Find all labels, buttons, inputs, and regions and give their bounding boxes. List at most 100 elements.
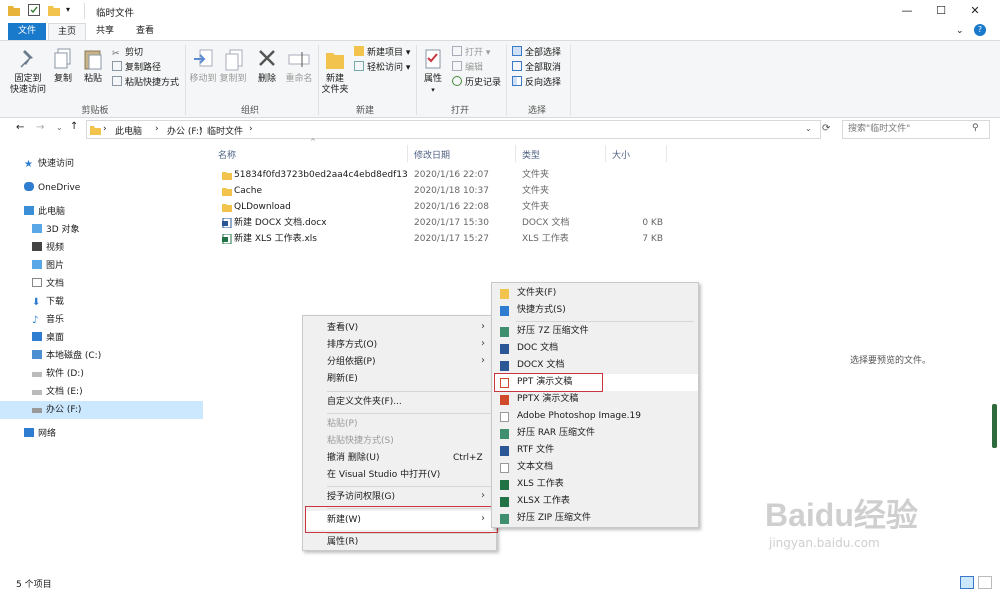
menu-item-view[interactable]: 查看(V) <box>327 320 358 337</box>
nav-item-network[interactable]: 网络 <box>24 425 56 443</box>
pin-quick-access-button[interactable]: 固定到 快速访问 <box>8 47 48 96</box>
file-row[interactable]: 新建 DOCX 文档.docx 2020/1/17 15:30 DOCX 文档 … <box>218 215 668 231</box>
nav-item-3d-objects[interactable]: 3D 对象 <box>32 221 80 239</box>
nav-item-drive-f[interactable]: 办公 (F:) <box>32 401 81 419</box>
paste-shortcut-button[interactable]: 粘贴快捷方式 <box>112 76 179 90</box>
refresh-icon[interactable]: ⟳ <box>822 123 830 134</box>
breadcrumb-drive-f[interactable]: 办公 (F:) <box>167 124 202 137</box>
select-none-button[interactable]: 全部取消 <box>512 61 561 75</box>
close-button[interactable]: ✕ <box>952 0 998 23</box>
cut-button[interactable]: ✂ 剪切 <box>112 46 143 60</box>
menu-item-group[interactable]: 分组依据(P) <box>327 354 375 371</box>
history-button[interactable]: 历史记录 <box>452 76 501 90</box>
expand-ribbon-icon[interactable]: ⌄ <box>956 26 964 36</box>
submenu-item-psd[interactable]: Adobe Photoshop Image.19 <box>492 408 698 425</box>
properties-quick-icon[interactable] <box>28 4 40 16</box>
menu-item-give-access[interactable]: 授予访问权限(G) <box>327 489 395 506</box>
new-item-button[interactable]: 新建项目 ▾ <box>354 46 410 60</box>
nav-item-this-pc[interactable]: 此电脑 <box>24 203 65 221</box>
large-icons-view-icon[interactable] <box>978 576 992 589</box>
column-header-type[interactable]: 类型 <box>522 148 540 161</box>
breadcrumb-separator[interactable]: › <box>155 124 159 134</box>
menu-item-paste-shortcut[interactable]: 粘贴快捷方式(S) <box>327 433 394 450</box>
menu-item-sort[interactable]: 排序方式(O) <box>327 337 377 354</box>
easy-access-button[interactable]: 轻松访问 ▾ <box>354 61 410 75</box>
scrollbar-thumb[interactable] <box>992 404 997 448</box>
address-history-dropdown-icon[interactable]: ⌄ <box>805 124 812 133</box>
copy-button[interactable]: 复制 <box>50 47 76 85</box>
menu-item-paste[interactable]: 粘贴(P) <box>327 416 357 433</box>
submenu-item-folder[interactable]: 文件夹(F) <box>492 285 698 302</box>
menu-item-refresh[interactable]: 刷新(E) <box>327 371 358 388</box>
open-button[interactable]: 打开 ▾ <box>452 46 490 60</box>
column-divider[interactable] <box>605 145 606 162</box>
file-row[interactable]: 51834f0fd3723b0ed2aa4c4ebd8edf13 2020/1/… <box>218 167 668 183</box>
tab-home[interactable]: 主页 <box>48 23 86 40</box>
submenu-item-7z[interactable]: 好压 7Z 压缩文件 <box>492 323 698 340</box>
help-icon[interactable]: ? <box>974 24 986 36</box>
invert-selection-button[interactable]: 反向选择 <box>512 76 561 90</box>
column-divider[interactable] <box>407 145 408 162</box>
tab-share[interactable]: 共享 <box>88 23 122 40</box>
breadcrumb-this-pc[interactable]: 此电脑 <box>115 124 142 137</box>
submenu-item-doc[interactable]: DOC 文档 <box>492 340 698 357</box>
new-folder-button[interactable]: 新建 文件夹 <box>320 47 350 96</box>
nav-item-music[interactable]: ♪ 音乐 <box>32 311 64 329</box>
breadcrumb-separator[interactable]: › <box>199 124 203 134</box>
search-input[interactable]: 搜索"临时文件" <box>842 120 990 139</box>
breadcrumb-temp-folder[interactable]: 临时文件 <box>207 124 243 137</box>
nav-item-pictures[interactable]: 图片 <box>32 257 64 275</box>
column-header-name[interactable]: 名称 <box>218 148 236 161</box>
select-all-button[interactable]: 全部选择 <box>512 46 561 60</box>
nav-item-quick-access[interactable]: ★ 快速访问 <box>24 155 74 173</box>
submenu-item-pptx[interactable]: PPTX 演示文稿 <box>492 391 698 408</box>
address-bar[interactable]: › 此电脑 › 办公 (F:) › 临时文件 › ⌄ <box>86 120 821 139</box>
paste-button[interactable]: 粘贴 <box>80 47 106 85</box>
submenu-item-txt[interactable]: 文本文档 <box>492 459 698 476</box>
nav-item-videos[interactable]: 视频 <box>32 239 64 257</box>
nav-item-drive-e[interactable]: 文档 (E:) <box>32 383 83 401</box>
submenu-item-docx[interactable]: DOCX 文档 <box>492 357 698 374</box>
menu-item-customize-folder[interactable]: 自定义文件夹(F)... <box>327 394 402 411</box>
forward-arrow-icon[interactable]: → <box>36 122 44 133</box>
move-to-button[interactable]: 移动到 <box>188 47 218 85</box>
nav-item-drive-d[interactable]: 软件 (D:) <box>32 365 84 383</box>
nav-item-drive-c[interactable]: 本地磁盘 (C:) <box>32 347 101 365</box>
menu-item-properties[interactable]: 属性(R) <box>327 534 358 551</box>
column-header-size[interactable]: 大小 <box>612 148 630 161</box>
nav-item-documents[interactable]: 文档 <box>32 275 64 293</box>
properties-dropdown-icon[interactable]: ▾ <box>420 85 446 96</box>
nav-item-onedrive[interactable]: OneDrive <box>24 179 80 197</box>
submenu-item-shortcut[interactable]: 快捷方式(S) <box>492 302 698 319</box>
submenu-item-rtf[interactable]: RTF 文件 <box>492 442 698 459</box>
submenu-item-xls[interactable]: XLS 工作表 <box>492 476 698 493</box>
file-row[interactable]: Cache 2020/1/18 10:37 文件夹 <box>218 183 668 199</box>
submenu-item-zip[interactable]: 好压 ZIP 压缩文件 <box>492 510 698 527</box>
file-row[interactable]: QLDownload 2020/1/16 22:08 文件夹 <box>218 199 668 215</box>
copy-to-button[interactable]: 复制到 <box>218 47 248 85</box>
breadcrumb-separator[interactable]: › <box>103 124 107 134</box>
rename-button[interactable]: 重命名 <box>282 47 316 85</box>
menu-item-undo-delete[interactable]: 撤消 删除(U) <box>327 450 379 467</box>
back-arrow-icon[interactable]: ← <box>16 122 24 133</box>
column-divider[interactable] <box>515 145 516 162</box>
file-row[interactable]: 新建 XLS 工作表.xls 2020/1/17 15:27 XLS 工作表 7… <box>218 231 668 247</box>
tab-file[interactable]: 文件 <box>8 23 46 40</box>
up-arrow-icon[interactable]: ↑ <box>70 121 78 132</box>
details-view-icon[interactable] <box>960 576 974 589</box>
tab-view[interactable]: 查看 <box>126 23 164 40</box>
submenu-item-rar[interactable]: 好压 RAR 压缩文件 <box>492 425 698 442</box>
menu-item-open-visual-studio[interactable]: 在 Visual Studio 中打开(V) <box>327 467 440 484</box>
submenu-item-xlsx[interactable]: XLSX 工作表 <box>492 493 698 510</box>
copy-path-button[interactable]: 复制路径 <box>112 61 161 75</box>
nav-item-downloads[interactable]: ⬇ 下载 <box>32 293 64 311</box>
column-header-modified[interactable]: 修改日期 <box>414 148 450 161</box>
new-folder-quick-icon[interactable] <box>48 4 60 16</box>
breadcrumb-separator[interactable]: › <box>249 124 253 134</box>
column-divider[interactable] <box>666 145 667 162</box>
recent-locations-icon[interactable]: ⌄ <box>56 123 63 132</box>
properties-button[interactable]: 属性 ▾ <box>420 47 446 96</box>
quick-access-dropdown-icon[interactable]: ▾ <box>66 4 78 16</box>
nav-item-desktop[interactable]: 桌面 <box>32 329 64 347</box>
edit-button[interactable]: 编辑 <box>452 61 483 75</box>
